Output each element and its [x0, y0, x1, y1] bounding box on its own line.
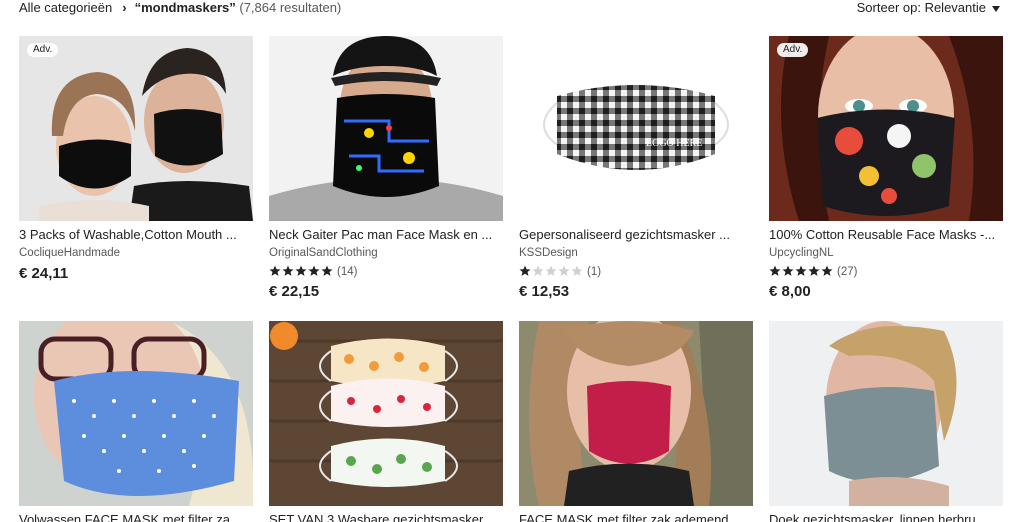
listing-image[interactable]: Adv.	[19, 36, 253, 221]
star-rating: (1)	[519, 265, 601, 279]
review-count: (27)	[837, 266, 858, 278]
star-rating: (27)	[769, 265, 857, 279]
listing-image[interactable]	[269, 321, 503, 506]
listing-image[interactable]	[519, 321, 753, 506]
listing-title[interactable]: Doek gezichtsmasker, linnen herbru...	[769, 511, 1003, 522]
listing-title[interactable]: Neck Gaiter Pac man Face Mask en ...	[269, 226, 503, 243]
shop-name[interactable]: KSSDesign	[519, 246, 578, 261]
breadcrumb-all-categories[interactable]: Alle categorieën	[19, 0, 112, 15]
listing-price: € 12,53	[519, 283, 570, 300]
stars-icon	[269, 265, 333, 278]
sort-dropdown[interactable]: Sorteer op: Relevantie	[857, 0, 1000, 16]
chevron-right-icon: ›	[122, 0, 127, 15]
ad-badge: Adv.	[27, 43, 59, 57]
listing-title[interactable]: FACE MASK met filter zak ademend ...	[519, 511, 753, 522]
star-rating: (14)	[269, 265, 357, 279]
search-query: “mondmaskers”	[134, 0, 236, 15]
shop-name[interactable]: OriginalSandClothing	[269, 246, 378, 261]
listing-price: € 24,11	[19, 265, 69, 282]
review-count: (1)	[587, 266, 602, 278]
review-count: (14)	[337, 266, 358, 278]
listing-image[interactable]	[269, 36, 503, 221]
shop-name[interactable]: UpcyclingNL	[769, 246, 834, 261]
result-count: (7,864 resultaten)	[239, 0, 342, 15]
listing-title[interactable]: 100% Cotton Reusable Face Masks -...	[769, 226, 1003, 243]
listing-image[interactable]: LOGO HERE	[519, 36, 753, 221]
stars-icon	[519, 265, 583, 278]
stars-icon	[769, 265, 833, 278]
listing-title[interactable]: 3 Packs of Washable,Cotton Mouth ...	[19, 226, 253, 243]
sort-label: Sorteer op: Relevantie	[856, 0, 986, 15]
breadcrumb: Alle categorieën › “mondmaskers” (7,864 re…	[19, 0, 341, 16]
listing-image[interactable]	[769, 321, 1003, 506]
listing-title[interactable]: Gepersonaliseerd gezichtsmasker ...	[519, 226, 753, 243]
caret-down-icon	[992, 5, 1000, 12]
listing-title[interactable]: Volwassen FACE MASK met filter za...	[19, 511, 253, 522]
results-header: Alle categorieën › “mondmaskers” (7,864 re…	[0, 0, 1024, 18]
logo-here-text: LOGO HERE	[646, 138, 702, 149]
ad-badge: Adv.	[777, 43, 809, 57]
listing-image[interactable]	[19, 321, 253, 506]
listing-image[interactable]: Adv.	[769, 36, 1003, 221]
listing-title[interactable]: SET VAN 3 Wasbare gezichtsmasker...	[269, 511, 503, 522]
listing-price: € 8,00	[769, 283, 811, 300]
shop-name[interactable]: CocliqueHandmade	[19, 246, 120, 261]
listing-price: € 22,15	[269, 283, 320, 300]
